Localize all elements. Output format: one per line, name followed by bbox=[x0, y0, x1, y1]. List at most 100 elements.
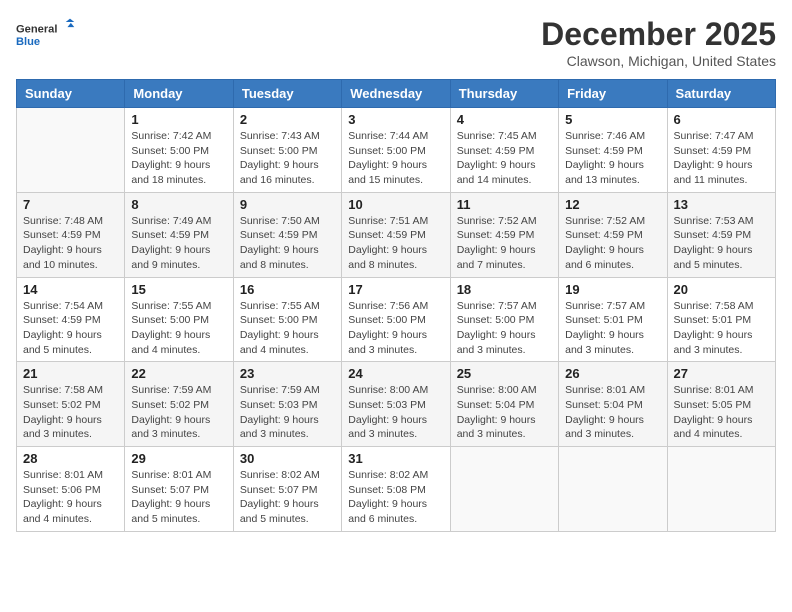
day-cell-w1d6: 5 Sunrise: 7:46 AM Sunset: 4:59 PM Daylig… bbox=[559, 108, 667, 193]
day-cell-w1d1 bbox=[17, 108, 125, 193]
day-info-w2d5: Sunrise: 7:52 AM Sunset: 4:59 PM Dayligh… bbox=[457, 214, 552, 273]
day-info-w3d6: Sunrise: 7:57 AM Sunset: 5:01 PM Dayligh… bbox=[565, 299, 660, 358]
calendar-table: Sunday Monday Tuesday Wednesday Thursday… bbox=[16, 79, 776, 532]
day-info-w3d4: Sunrise: 7:56 AM Sunset: 5:00 PM Dayligh… bbox=[348, 299, 443, 358]
day-info-w5d3: Sunrise: 8:02 AM Sunset: 5:07 PM Dayligh… bbox=[240, 468, 335, 527]
header-wednesday: Wednesday bbox=[342, 80, 450, 108]
day-cell-w2d6: 12Sunrise: 7:52 AM Sunset: 4:59 PM Dayli… bbox=[559, 192, 667, 277]
day-info-w3d1: Sunrise: 7:54 AM Sunset: 4:59 PM Dayligh… bbox=[23, 299, 118, 358]
header-saturday: Saturday bbox=[667, 80, 775, 108]
day-cell-w2d5: 11 Sunrise: 7:52 AM Sunset: 4:59 PM Dayli… bbox=[450, 192, 558, 277]
header-sunday: Sunday bbox=[17, 80, 125, 108]
week-row-1: 1Sunrise: 7:42 AM Sunset: 5:00 PM Daylig… bbox=[17, 108, 776, 193]
day-number-w5d3: 30 bbox=[240, 451, 335, 466]
day-number-w1d5: 4 bbox=[457, 112, 552, 127]
header-friday: Friday bbox=[559, 80, 667, 108]
day-number-w4d7: 27 bbox=[674, 366, 769, 381]
day-cell-w3d2: 15 Sunrise: 7:55 AM Sunset: 5:00 PM Dayli… bbox=[125, 277, 233, 362]
day-number-w3d2: 15 bbox=[131, 282, 226, 297]
day-number-w4d1: 21 bbox=[23, 366, 118, 381]
day-cell-w2d2: 8Sunrise: 7:49 AM Sunset: 4:59 PM Daylig… bbox=[125, 192, 233, 277]
day-cell-w5d3: 30 Sunrise: 8:02 AM Sunset: 5:07 PM Dayli… bbox=[233, 447, 341, 532]
day-cell-w4d2: 22 Sunrise: 7:59 AM Sunset: 5:02 PM Dayli… bbox=[125, 362, 233, 447]
day-info-w4d1: Sunrise: 7:58 AM Sunset: 5:02 PM Dayligh… bbox=[23, 383, 118, 442]
day-cell-w4d7: 27 Sunrise: 8:01 AM Sunset: 5:05 PM Dayli… bbox=[667, 362, 775, 447]
day-cell-w5d1: 28 Sunrise: 8:01 AM Sunset: 5:06 PM Dayli… bbox=[17, 447, 125, 532]
week-row-3: 14 Sunrise: 7:54 AM Sunset: 4:59 PM Dayli… bbox=[17, 277, 776, 362]
day-number-w3d7: 20 bbox=[674, 282, 769, 297]
week-row-5: 28 Sunrise: 8:01 AM Sunset: 5:06 PM Dayli… bbox=[17, 447, 776, 532]
day-info-w4d5: Sunrise: 8:00 AM Sunset: 5:04 PM Dayligh… bbox=[457, 383, 552, 442]
day-cell-w2d7: 13 Sunrise: 7:53 AM Sunset: 4:59 PM Dayli… bbox=[667, 192, 775, 277]
weekday-header-row: Sunday Monday Tuesday Wednesday Thursday… bbox=[17, 80, 776, 108]
day-cell-w4d4: 24 Sunrise: 8:00 AM Sunset: 5:03 PM Dayli… bbox=[342, 362, 450, 447]
day-number-w1d3: 2 bbox=[240, 112, 335, 127]
day-cell-w1d4: 3 Sunrise: 7:44 AM Sunset: 5:00 PM Daylig… bbox=[342, 108, 450, 193]
day-number-w1d7: 6 bbox=[674, 112, 769, 127]
day-number-w4d6: 26 bbox=[565, 366, 660, 381]
day-info-w2d6: Sunrise: 7:52 AM Sunset: 4:59 PM Dayligh… bbox=[565, 214, 660, 273]
day-cell-w1d3: 2 Sunrise: 7:43 AM Sunset: 5:00 PM Daylig… bbox=[233, 108, 341, 193]
day-number-w4d4: 24 bbox=[348, 366, 443, 381]
day-info-w5d4: Sunrise: 8:02 AM Sunset: 5:08 PM Dayligh… bbox=[348, 468, 443, 527]
day-info-w2d1: Sunrise: 7:48 AM Sunset: 4:59 PM Dayligh… bbox=[23, 214, 118, 273]
logo: General Blue bbox=[16, 16, 76, 52]
day-number-w2d3: 9 bbox=[240, 197, 335, 212]
day-cell-w4d1: 21 Sunrise: 7:58 AM Sunset: 5:02 PM Dayli… bbox=[17, 362, 125, 447]
day-number-w1d2: 1 bbox=[131, 112, 226, 127]
header-tuesday: Tuesday bbox=[233, 80, 341, 108]
day-info-w1d5: Sunrise: 7:45 AM Sunset: 4:59 PM Dayligh… bbox=[457, 129, 552, 188]
day-info-w3d7: Sunrise: 7:58 AM Sunset: 5:01 PM Dayligh… bbox=[674, 299, 769, 358]
header-monday: Monday bbox=[125, 80, 233, 108]
day-number-w3d6: 19 bbox=[565, 282, 660, 297]
day-number-w1d4: 3 bbox=[348, 112, 443, 127]
day-cell-w2d1: 7 Sunrise: 7:48 AM Sunset: 4:59 PM Daylig… bbox=[17, 192, 125, 277]
day-number-w3d3: 16 bbox=[240, 282, 335, 297]
day-cell-w4d5: 25Sunrise: 8:00 AM Sunset: 5:04 PM Dayli… bbox=[450, 362, 558, 447]
day-number-w5d2: 29 bbox=[131, 451, 226, 466]
day-cell-w5d5 bbox=[450, 447, 558, 532]
day-info-w4d4: Sunrise: 8:00 AM Sunset: 5:03 PM Dayligh… bbox=[348, 383, 443, 442]
day-info-w4d7: Sunrise: 8:01 AM Sunset: 5:05 PM Dayligh… bbox=[674, 383, 769, 442]
day-info-w5d2: Sunrise: 8:01 AM Sunset: 5:07 PM Dayligh… bbox=[131, 468, 226, 527]
page-header: General Blue December 2025 Clawson, Mich… bbox=[16, 16, 776, 69]
day-cell-w2d3: 9Sunrise: 7:50 AM Sunset: 4:59 PM Daylig… bbox=[233, 192, 341, 277]
day-cell-w4d6: 26Sunrise: 8:01 AM Sunset: 5:04 PM Dayli… bbox=[559, 362, 667, 447]
day-info-w3d2: Sunrise: 7:55 AM Sunset: 5:00 PM Dayligh… bbox=[131, 299, 226, 358]
day-cell-w3d3: 16 Sunrise: 7:55 AM Sunset: 5:00 PM Dayli… bbox=[233, 277, 341, 362]
day-cell-w5d6 bbox=[559, 447, 667, 532]
day-info-w1d4: Sunrise: 7:44 AM Sunset: 5:00 PM Dayligh… bbox=[348, 129, 443, 188]
day-number-w2d7: 13 bbox=[674, 197, 769, 212]
day-number-w2d1: 7 bbox=[23, 197, 118, 212]
day-info-w2d7: Sunrise: 7:53 AM Sunset: 4:59 PM Dayligh… bbox=[674, 214, 769, 273]
week-row-2: 7 Sunrise: 7:48 AM Sunset: 4:59 PM Daylig… bbox=[17, 192, 776, 277]
day-info-w2d2: Sunrise: 7:49 AM Sunset: 4:59 PM Dayligh… bbox=[131, 214, 226, 273]
logo-svg: General Blue bbox=[16, 16, 76, 52]
day-number-w4d3: 23 bbox=[240, 366, 335, 381]
svg-text:General: General bbox=[16, 23, 57, 35]
day-cell-w5d2: 29 Sunrise: 8:01 AM Sunset: 5:07 PM Dayli… bbox=[125, 447, 233, 532]
day-number-w2d5: 11 bbox=[457, 197, 552, 212]
month-title: December 2025 bbox=[541, 16, 776, 53]
day-cell-w3d7: 20 Sunrise: 7:58 AM Sunset: 5:01 PM Dayli… bbox=[667, 277, 775, 362]
day-cell-w5d7 bbox=[667, 447, 775, 532]
day-info-w3d3: Sunrise: 7:55 AM Sunset: 5:00 PM Dayligh… bbox=[240, 299, 335, 358]
day-info-w5d1: Sunrise: 8:01 AM Sunset: 5:06 PM Dayligh… bbox=[23, 468, 118, 527]
day-cell-w3d4: 17 Sunrise: 7:56 AM Sunset: 5:00 PM Dayli… bbox=[342, 277, 450, 362]
location: Clawson, Michigan, United States bbox=[541, 53, 776, 69]
day-info-w4d3: Sunrise: 7:59 AM Sunset: 5:03 PM Dayligh… bbox=[240, 383, 335, 442]
day-info-w1d3: Sunrise: 7:43 AM Sunset: 5:00 PM Dayligh… bbox=[240, 129, 335, 188]
header-thursday: Thursday bbox=[450, 80, 558, 108]
day-info-w4d2: Sunrise: 7:59 AM Sunset: 5:02 PM Dayligh… bbox=[131, 383, 226, 442]
day-number-w3d1: 14 bbox=[23, 282, 118, 297]
day-cell-w1d5: 4 Sunrise: 7:45 AM Sunset: 4:59 PM Daylig… bbox=[450, 108, 558, 193]
day-info-w2d4: Sunrise: 7:51 AM Sunset: 4:59 PM Dayligh… bbox=[348, 214, 443, 273]
day-number-w4d2: 22 bbox=[131, 366, 226, 381]
day-info-w1d6: Sunrise: 7:46 AM Sunset: 4:59 PM Dayligh… bbox=[565, 129, 660, 188]
day-number-w3d4: 17 bbox=[348, 282, 443, 297]
day-cell-w3d6: 19 Sunrise: 7:57 AM Sunset: 5:01 PM Dayli… bbox=[559, 277, 667, 362]
day-number-w5d1: 28 bbox=[23, 451, 118, 466]
day-number-w1d6: 5 bbox=[565, 112, 660, 127]
day-cell-w5d4: 31Sunrise: 8:02 AM Sunset: 5:08 PM Dayli… bbox=[342, 447, 450, 532]
day-number-w2d4: 10 bbox=[348, 197, 443, 212]
